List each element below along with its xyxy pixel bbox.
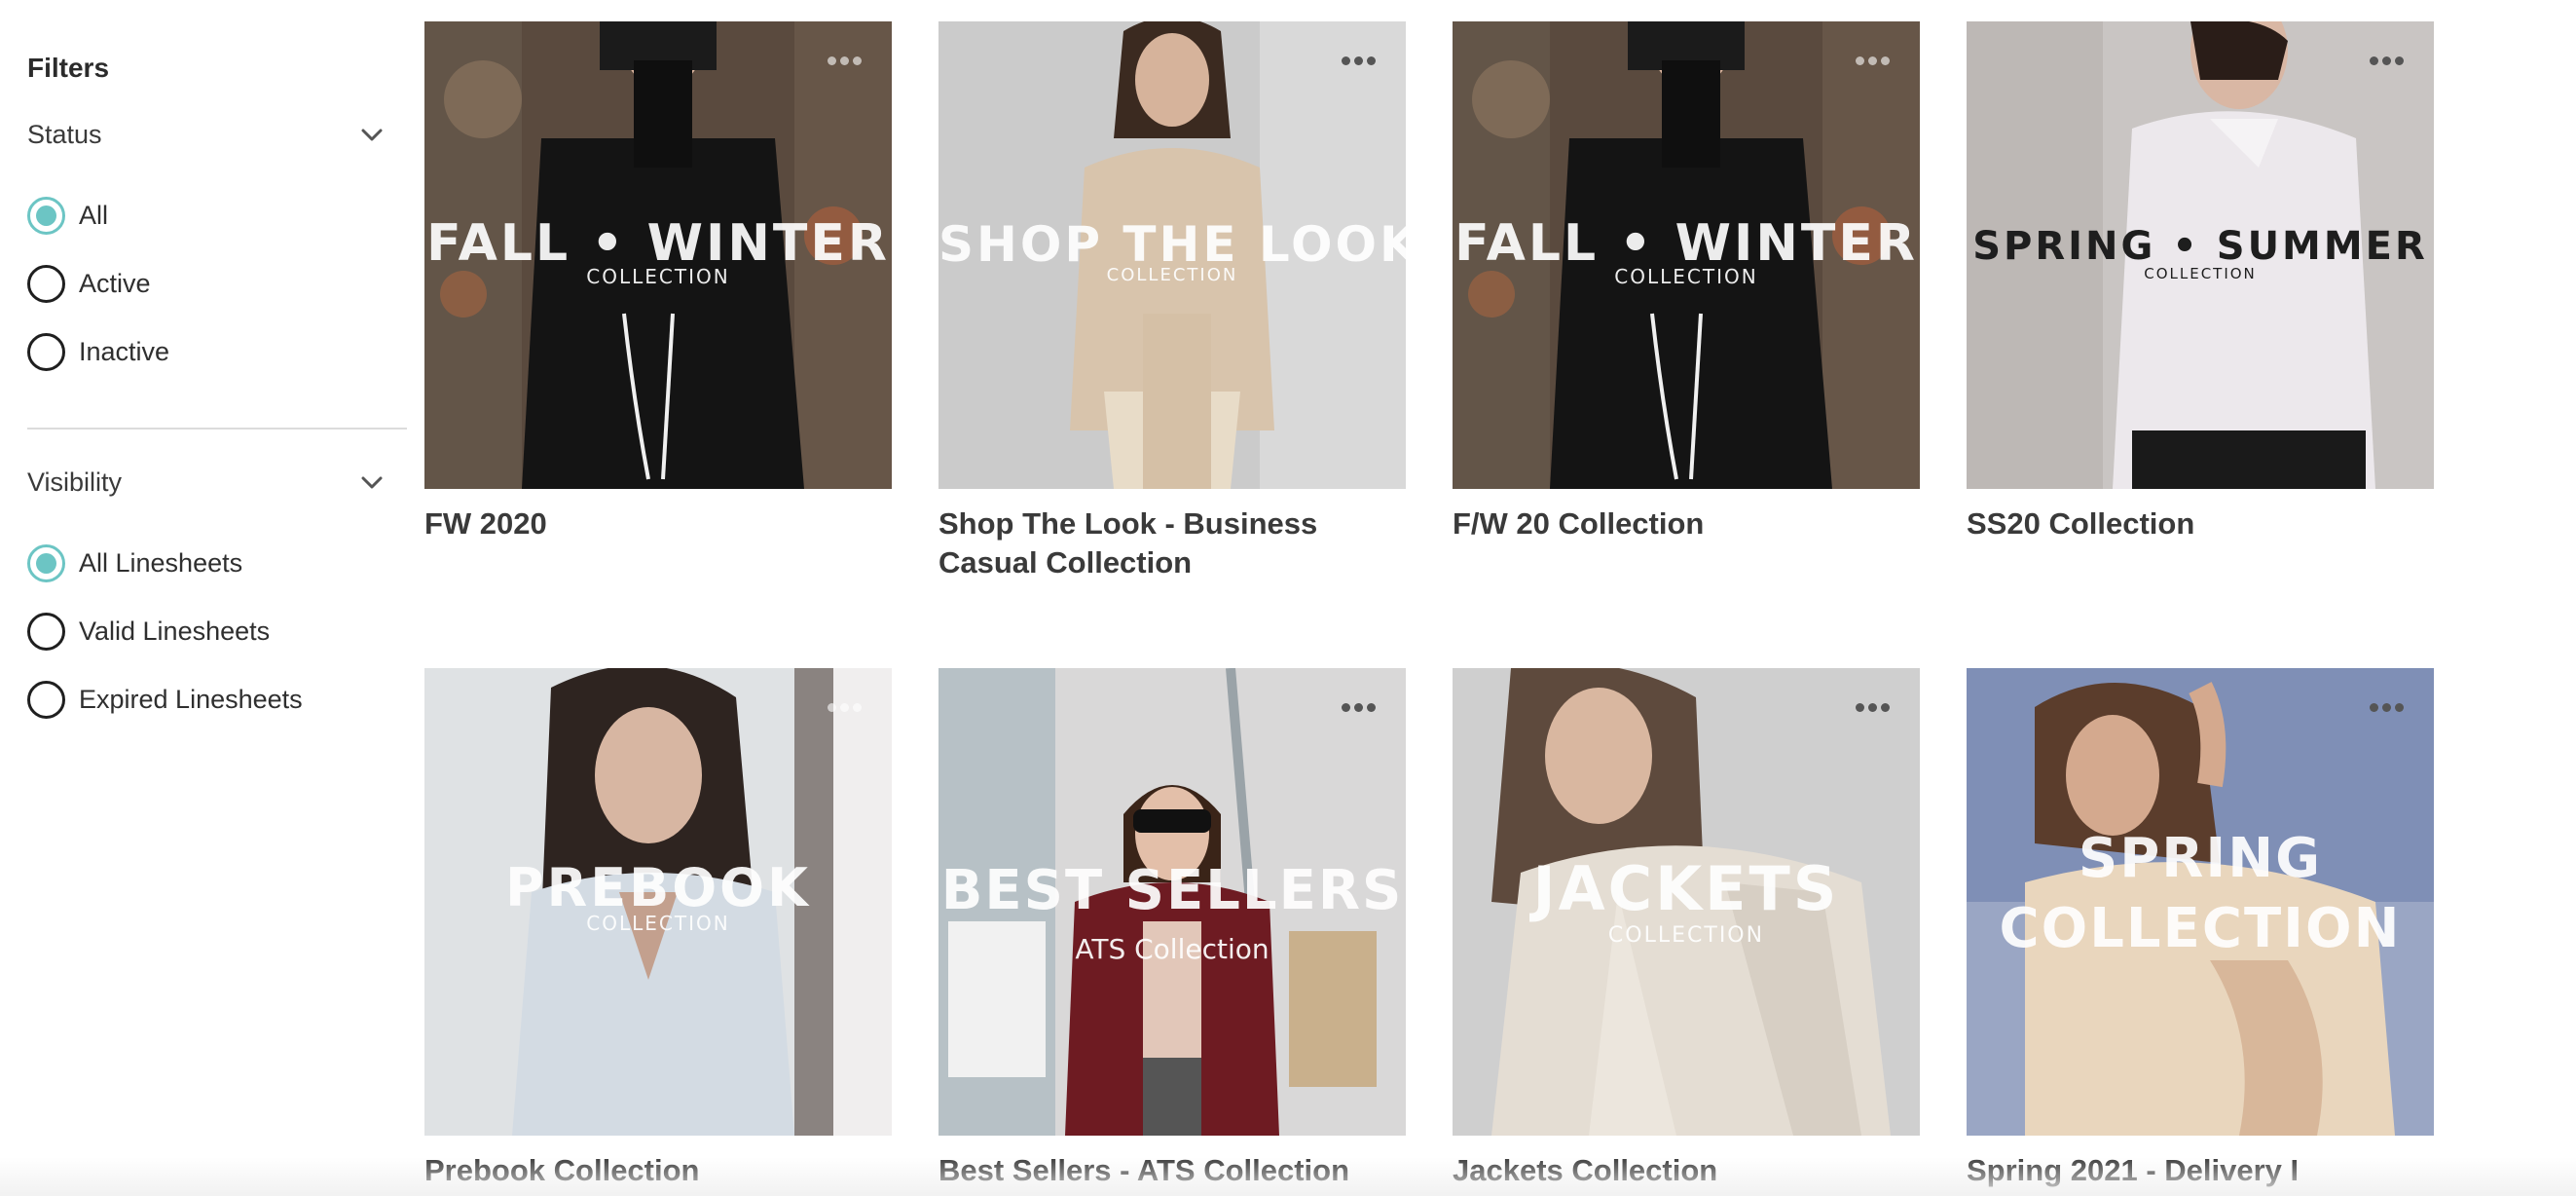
radio-valid-linesheets[interactable] xyxy=(27,612,65,651)
filters-title: Filters xyxy=(27,53,110,83)
overlay-subtitle: COLLECTION xyxy=(586,912,730,935)
more-options-icon[interactable] xyxy=(828,56,863,68)
linesheet-card[interactable]: SPRING COLLECTION Spring 2021 - Delivery… xyxy=(1967,668,2434,1190)
more-options-icon[interactable] xyxy=(1856,703,1891,715)
linesheet-thumbnail[interactable]: SPRING COLLECTION xyxy=(1967,668,2434,1136)
radio-label: Inactive xyxy=(79,336,170,366)
more-options-icon[interactable] xyxy=(1856,56,1891,68)
radio-expired-linesheets[interactable] xyxy=(27,680,65,719)
overlay-title: JACKETS xyxy=(1532,853,1840,924)
more-options-icon[interactable] xyxy=(1342,56,1377,68)
linesheet-thumbnail[interactable]: PREBOOK COLLECTION xyxy=(424,668,892,1136)
overlay-subtitle: COLLECTION xyxy=(1106,265,1238,285)
overlay-title: SPRING COLLECTION xyxy=(1999,827,2402,960)
radio-label: All Linesheets xyxy=(79,547,243,578)
radio-label: Valid Linesheets xyxy=(79,616,271,646)
overlay-subtitle: COLLECTION xyxy=(1614,265,1758,288)
more-options-icon[interactable] xyxy=(2370,703,2405,715)
more-options-icon[interactable] xyxy=(1342,703,1377,715)
more-options-icon[interactable] xyxy=(2370,56,2405,68)
overlay-title: BEST SELLERS xyxy=(940,859,1404,922)
chevron-down-icon xyxy=(361,476,383,489)
overlay-subtitle: COLLECTION xyxy=(1607,923,1765,948)
visibility-filter-toggle[interactable]: Visibility xyxy=(27,461,407,504)
status-option-inactive[interactable]: Inactive xyxy=(27,318,407,386)
linesheets-page: Filters Status All Active Inactive Visib… xyxy=(0,0,2576,1196)
linesheet-thumbnail[interactable]: FALL • WINTER COLLECTION xyxy=(424,21,892,489)
radio-label: All xyxy=(79,200,109,230)
linesheet-card[interactable]: SPRING • SUMMER COLLECTION SS20 Collecti… xyxy=(1967,21,2434,543)
overlay-subtitle: COLLECTION xyxy=(2144,265,2257,282)
radio-all-linesheets[interactable] xyxy=(27,543,65,582)
linesheet-card[interactable]: FALL • WINTER COLLECTION F/W 20 Collecti… xyxy=(1453,21,1920,543)
linesheet-title[interactable]: FW 2020 xyxy=(424,505,892,543)
overlay-title: FALL • WINTER xyxy=(426,214,890,273)
linesheet-card[interactable]: BEST SELLERS ATS Collection Best Sellers… xyxy=(938,668,1406,1190)
linesheet-card[interactable]: FALL • WINTER COLLECTION FW 2020 xyxy=(424,21,892,543)
linesheet-title[interactable]: SS20 Collection xyxy=(1967,505,2434,543)
visibility-filter-label: Visibility xyxy=(27,467,123,497)
linesheet-title[interactable]: Spring 2021 - Delivery I xyxy=(1967,1151,2434,1190)
radio-all[interactable] xyxy=(27,196,65,235)
radio-inactive[interactable] xyxy=(27,332,65,371)
linesheet-thumbnail[interactable]: FALL • WINTER COLLECTION xyxy=(1453,21,1920,489)
linesheet-title[interactable]: Prebook Collection xyxy=(424,1151,892,1190)
linesheet-card[interactable]: JACKETS COLLECTION Jackets Collection xyxy=(1453,668,1920,1190)
more-options-icon[interactable] xyxy=(828,703,863,715)
linesheet-title[interactable]: Shop The Look - Business Casual Collecti… xyxy=(938,505,1406,582)
status-filter-toggle[interactable]: Status xyxy=(27,113,407,156)
linesheet-thumbnail[interactable]: JACKETS COLLECTION xyxy=(1453,668,1920,1136)
overlay-title: SPRING • SUMMER xyxy=(1972,224,2428,269)
status-filter-label: Status xyxy=(27,120,102,149)
overlay-title: PREBOOK xyxy=(505,857,811,918)
radio-label: Active xyxy=(79,268,151,298)
visibility-option-all-linesheets[interactable]: All Linesheets xyxy=(27,529,407,597)
linesheet-title[interactable]: Best Sellers - ATS Collection xyxy=(938,1151,1406,1190)
linesheet-title[interactable]: F/W 20 Collection xyxy=(1453,505,1920,543)
filters-sidebar: Filters Status All Active Inactive Visib… xyxy=(27,49,407,733)
status-option-active[interactable]: Active xyxy=(27,249,407,318)
status-option-all[interactable]: All xyxy=(27,181,407,249)
visibility-option-expired-linesheets[interactable]: Expired Linesheets xyxy=(27,665,407,733)
overlay-subtitle: ATS Collection xyxy=(1075,933,1270,965)
linesheet-thumbnail[interactable]: SHOP THE LOOK COLLECTION xyxy=(938,21,1406,489)
radio-label: Expired Linesheets xyxy=(79,684,303,714)
linesheet-thumbnail[interactable]: SPRING • SUMMER COLLECTION xyxy=(1967,21,2434,489)
visibility-option-valid-linesheets[interactable]: Valid Linesheets xyxy=(27,597,407,665)
chevron-down-icon xyxy=(361,129,383,141)
overlay-subtitle: COLLECTION xyxy=(586,265,730,288)
linesheet-card[interactable]: PREBOOK COLLECTION Prebook Collection xyxy=(424,668,892,1190)
linesheet-card[interactable]: SHOP THE LOOK COLLECTION Shop The Look -… xyxy=(938,21,1406,582)
radio-active[interactable] xyxy=(27,264,65,303)
linesheet-thumbnail[interactable]: BEST SELLERS ATS Collection xyxy=(938,668,1406,1136)
linesheet-title[interactable]: Jackets Collection xyxy=(1453,1151,1920,1190)
overlay-title: FALL • WINTER xyxy=(1454,214,1918,273)
